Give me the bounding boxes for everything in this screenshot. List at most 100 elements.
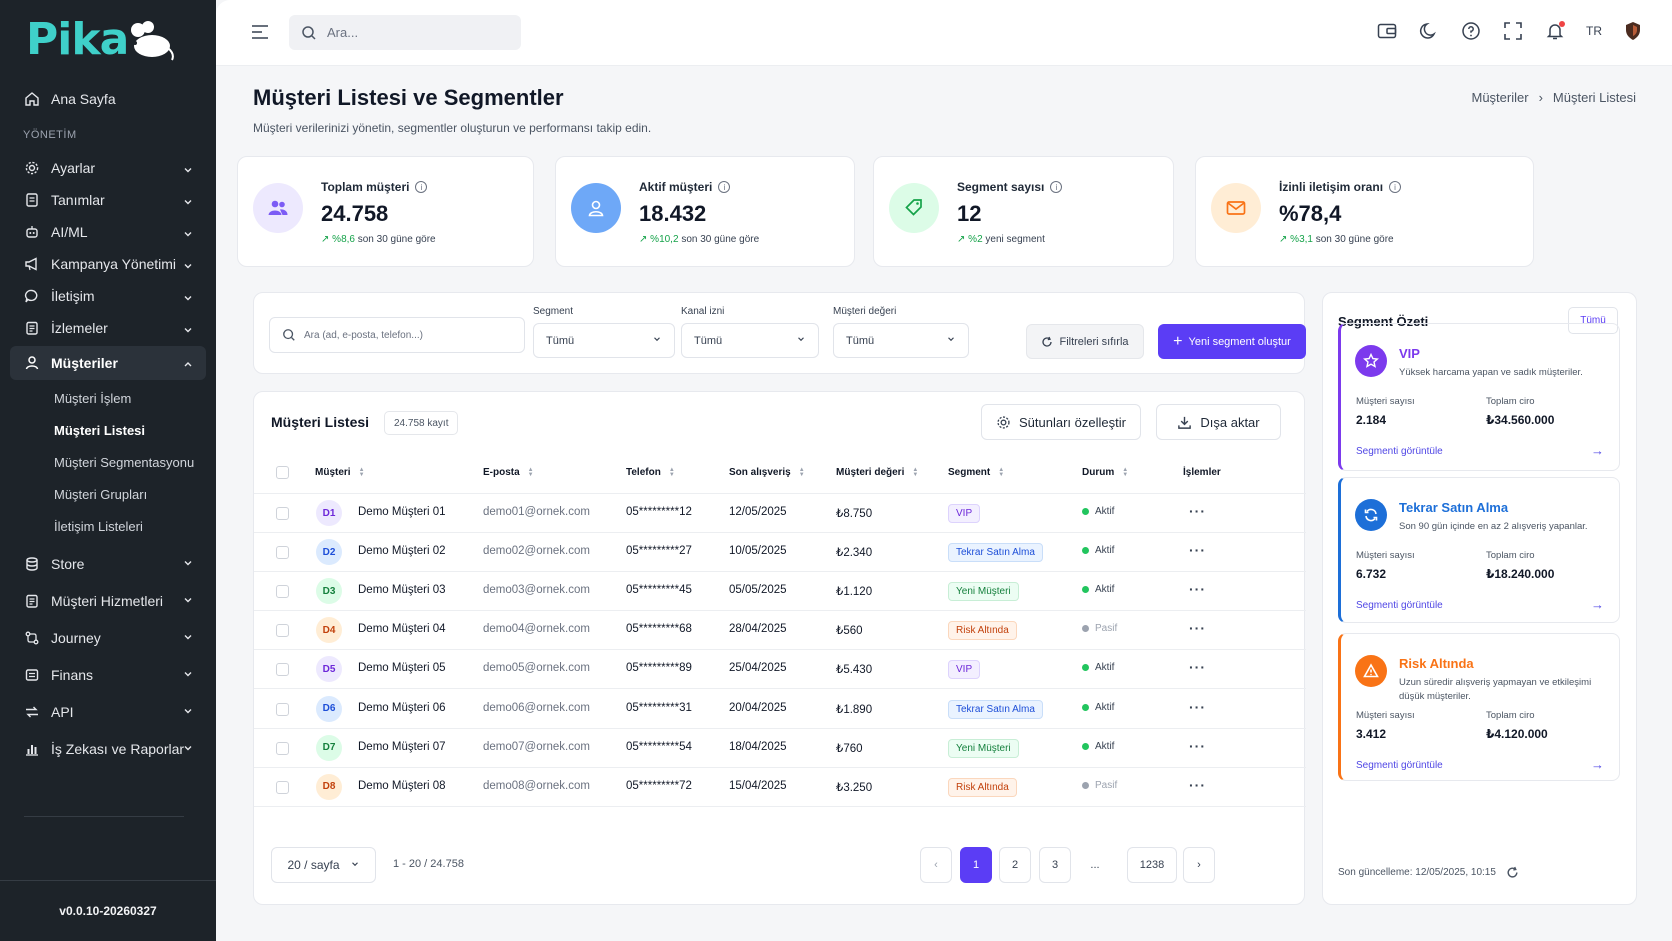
row-checkbox[interactable] [276,546,289,560]
row-checkbox[interactable] [276,741,289,755]
segment-select[interactable]: Tümü [533,323,675,358]
table-row[interactable]: D7 Demo Müşteri 07 demo07@ornek.com 05**… [254,729,1306,768]
select-all-checkbox[interactable] [276,466,289,479]
table-row[interactable]: D8 Demo Müşteri 08 demo08@ornek.com 05**… [254,768,1306,807]
bell-icon[interactable] [1544,20,1566,42]
table-row[interactable]: D4 Demo Müşteri 04 demo04@ornek.com 05**… [254,611,1306,651]
info-icon[interactable]: i [1050,181,1063,193]
customer-email[interactable]: demo02@ornek.com [483,545,590,557]
segment-card-vip[interactable]: VIP Yüksek harcama yapan ve sadık müşter… [1338,323,1620,471]
customer-email[interactable]: demo06@ornek.com [483,702,590,714]
refresh-icon[interactable] [1506,866,1519,879]
page-size-select[interactable]: 20 / sayfa [271,847,376,883]
page-button[interactable]: 3 [1039,847,1071,883]
customize-columns-button[interactable]: Sütunları özelleştir [981,404,1141,440]
global-search-input[interactable]: Ara... [289,15,521,50]
sidebar-item-journey[interactable]: Journey [0,619,216,656]
row-checkbox[interactable] [276,507,289,520]
page-button[interactable]: 1 [960,847,992,883]
breadcrumb-item[interactable]: Müşteriler [1472,90,1529,105]
more-actions-icon[interactable]: ··· [1189,542,1206,558]
customer-email[interactable]: demo01@ornek.com [483,506,590,518]
export-button[interactable]: Dışa aktar [1156,404,1281,440]
customer-email[interactable]: demo03@ornek.com [483,584,590,596]
page-button[interactable]: 1238 [1127,847,1177,883]
arrow-right-icon[interactable]: → [1591,597,1604,612]
sidebar-item-home[interactable]: Ana Sayfa [0,82,216,116]
more-actions-icon[interactable]: ··· [1189,581,1206,597]
column-header-last-purchase[interactable]: Son alışveriş ▲ ▼ [729,467,805,479]
view-segment-link[interactable]: Segmenti görüntüle [1356,600,1443,611]
table-row[interactable]: D5 Demo Müşteri 05 demo05@ornek.com 05**… [254,650,1306,690]
column-header-email[interactable]: E-posta ▲ ▼ [483,467,534,479]
reset-filters-button[interactable]: Filtreleri sıfırla [1026,324,1144,359]
row-checkbox[interactable] [276,624,289,638]
info-icon[interactable]: i [1389,181,1402,193]
segment-card-at-risk[interactable]: Risk Altında Uzun süredir alışveriş yapm… [1338,633,1620,781]
sidebar-item-ai-ml[interactable]: AI/ML [0,216,216,248]
more-actions-icon[interactable]: ··· [1189,699,1206,715]
info-icon[interactable]: i [718,181,731,193]
customer-name[interactable]: Demo Müşteri 08 [358,780,446,792]
next-page-button[interactable]: › [1183,847,1215,883]
view-segment-link[interactable]: Segmenti görüntüle [1356,446,1443,457]
more-actions-icon[interactable]: ··· [1189,659,1206,675]
info-icon[interactable]: i [415,181,428,193]
sidebar-subitem[interactable]: İletişim Listeleri [0,510,216,542]
sidebar-subitem[interactable]: Müşteri Listesi [0,414,216,446]
customer-email[interactable]: demo05@ornek.com [483,662,590,674]
view-segment-link[interactable]: Segmenti görüntüle [1356,760,1443,771]
row-checkbox[interactable] [276,780,289,794]
language-selector[interactable]: TR [1586,24,1602,38]
sidebar-item-m-teri-hizmetleri[interactable]: Müşteri Hizmetleri [0,582,216,619]
customer-name[interactable]: Demo Müşteri 03 [358,584,446,596]
column-header-customer[interactable]: Müşteri ▲ ▼ [315,467,365,479]
channel-select[interactable]: Tümü [681,323,819,358]
more-actions-icon[interactable]: ··· [1189,777,1206,793]
customer-name[interactable]: Demo Müşteri 02 [358,545,446,557]
sidebar-item-store[interactable]: Store [0,545,216,582]
column-header-segment[interactable]: Segment ▲ ▼ [948,467,1004,479]
column-header-phone[interactable]: Telefon ▲ ▼ [626,467,675,479]
sidebar-item-tan-mlar[interactable]: Tanımlar [0,184,216,216]
prev-page-button[interactable]: ‹ [920,847,952,883]
customer-name[interactable]: Demo Müşteri 06 [358,702,446,714]
moon-icon[interactable] [1418,20,1440,42]
customer-name[interactable]: Demo Müşteri 07 [358,741,446,753]
table-row[interactable]: D1 Demo Müşteri 01 demo01@ornek.com 05**… [254,494,1306,533]
segment-card-repeat-purchase[interactable]: Tekrar Satın Alma Son 90 gün içinde en a… [1338,477,1620,623]
value-select[interactable]: Tümü [833,323,969,358]
customer-email[interactable]: demo04@ornek.com [483,623,590,635]
customer-name[interactable]: Demo Müşteri 01 [358,506,446,518]
fullscreen-icon[interactable] [1502,20,1524,42]
logo[interactable]: Pika [26,14,176,65]
table-row[interactable]: D2 Demo Müşteri 02 demo02@ornek.com 05**… [254,533,1306,573]
sidebar-subitem[interactable]: Müşteri Grupları [0,478,216,510]
more-actions-icon[interactable]: ··· [1189,620,1206,636]
shield-avatar-icon[interactable] [1622,20,1644,42]
table-row[interactable]: D3 Demo Müşteri 03 demo03@ornek.com 05**… [254,572,1306,612]
more-actions-icon[interactable]: ··· [1189,738,1206,754]
arrow-right-icon[interactable]: → [1591,757,1604,772]
sidebar-item-i-zlemeler[interactable]: İzlemeler [0,312,216,344]
menu-toggle-icon[interactable] [250,24,270,45]
sidebar-item-finans[interactable]: Finans [0,656,216,693]
sidebar-item-ayarlar[interactable]: Ayarlar [0,152,216,184]
sidebar-item-customers[interactable]: Müşteriler [10,346,206,380]
sidebar-item-i-zekas-ve-raporlar[interactable]: İş Zekası ve Raporlar [0,730,216,767]
customer-search-input[interactable]: Ara (ad, e-posta, telefon...) [269,317,525,353]
sidebar-subitem[interactable]: Müşteri Segmentasyonu [0,446,216,478]
new-segment-button[interactable]: + Yeni segment oluştur [1158,324,1306,359]
row-checkbox[interactable] [276,585,289,599]
wallet-icon[interactable] [1376,20,1398,42]
row-checkbox[interactable] [276,702,289,716]
sidebar-subitem[interactable]: Müşteri İşlem [0,382,216,414]
page-button[interactable]: 2 [999,847,1031,883]
customer-name[interactable]: Demo Müşteri 04 [358,623,446,635]
help-icon[interactable] [1460,20,1482,42]
table-row[interactable]: D6 Demo Müşteri 06 demo06@ornek.com 05**… [254,690,1306,729]
sidebar-item-api[interactable]: API [0,693,216,730]
more-actions-icon[interactable]: ··· [1189,503,1206,519]
arrow-right-icon[interactable]: → [1591,443,1604,458]
column-header-value[interactable]: Müşteri değeri ▲ ▼ [836,467,918,479]
